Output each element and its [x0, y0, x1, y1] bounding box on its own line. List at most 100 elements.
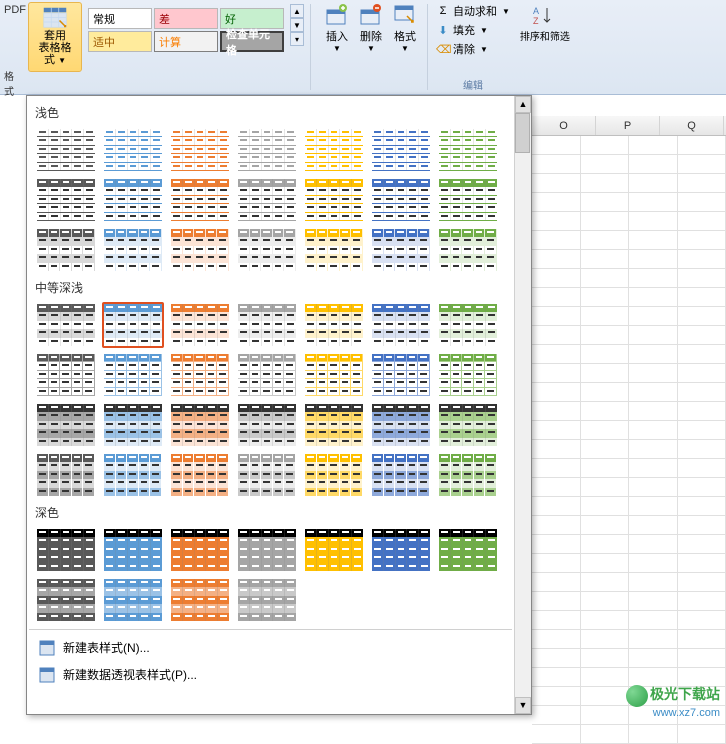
section-header: 中等深浅	[29, 275, 512, 300]
table-style-thumb[interactable]	[102, 352, 164, 398]
table-icon	[39, 667, 55, 683]
table-style-thumb[interactable]	[169, 227, 231, 273]
ribbon-left: PDF 格式	[0, 0, 26, 94]
table-style-thumb[interactable]	[370, 127, 432, 173]
style-calc[interactable]: 计算	[154, 31, 218, 52]
style-normal[interactable]: 常规	[88, 8, 152, 29]
table-style-thumb[interactable]	[370, 402, 432, 448]
style-bad[interactable]: 差	[154, 8, 218, 29]
table-style-thumb[interactable]	[236, 527, 298, 573]
delete-button[interactable]: 删除▼	[359, 4, 383, 90]
table-style-thumb[interactable]	[236, 402, 298, 448]
table-style-thumb[interactable]	[169, 527, 231, 573]
table-style-thumb[interactable]	[35, 452, 97, 498]
table-style-thumb[interactable]	[102, 452, 164, 498]
table-style-thumb[interactable]	[102, 402, 164, 448]
fill-button[interactable]: ⬇填充▼	[434, 21, 512, 39]
col-header[interactable]: P	[596, 116, 660, 135]
autosum-button[interactable]: Σ自动求和▼	[434, 2, 512, 20]
fill-icon: ⬇	[436, 24, 450, 37]
table-style-thumb[interactable]	[169, 352, 231, 398]
table-style-thumb[interactable]	[102, 577, 164, 623]
new-pivot-style-button[interactable]: 新建数据透视表样式(P)...	[29, 661, 512, 688]
table-style-thumb[interactable]	[169, 302, 231, 348]
table-styles-gallery: 浅色中等深浅深色新建表样式(N)...新建数据透视表样式(P)... ▲ ▼	[26, 95, 532, 715]
table-style-thumb[interactable]	[370, 227, 432, 273]
table-style-thumb[interactable]	[303, 127, 365, 173]
table-style-thumb[interactable]	[437, 127, 499, 173]
insert-button[interactable]: 插入▼	[325, 4, 349, 90]
cell-styles-gallery[interactable]: 常规 差 好 适中 计算 检查单元格	[84, 4, 288, 56]
col-header[interactable]: Q	[660, 116, 724, 135]
table-style-thumb[interactable]	[169, 452, 231, 498]
styles-scroll-up[interactable]: ▲	[290, 4, 304, 18]
format-as-table-button[interactable]: 套用 表格格式 ▼	[28, 2, 82, 72]
table-style-thumb[interactable]	[236, 127, 298, 173]
styles-scroll-down[interactable]: ▼	[290, 18, 304, 32]
table-style-thumb[interactable]	[370, 452, 432, 498]
table-style-thumb[interactable]	[169, 177, 231, 223]
table-style-thumb[interactable]	[437, 227, 499, 273]
table-style-thumb[interactable]	[35, 227, 97, 273]
table-style-thumb[interactable]	[35, 352, 97, 398]
table-style-thumb[interactable]	[370, 352, 432, 398]
table-style-thumb[interactable]	[169, 577, 231, 623]
table-style-thumb[interactable]	[236, 302, 298, 348]
table-style-thumb[interactable]	[303, 352, 365, 398]
table-style-thumb[interactable]	[35, 302, 97, 348]
table-style-thumb[interactable]	[303, 177, 365, 223]
table-style-thumb[interactable]	[236, 177, 298, 223]
pdf-tab[interactable]: PDF	[0, 2, 26, 18]
scroll-thumb[interactable]	[515, 113, 530, 153]
table-style-thumb[interactable]	[236, 452, 298, 498]
table-style-thumb[interactable]	[437, 302, 499, 348]
sort-filter-button[interactable]: AZ 排序和筛选	[516, 0, 574, 94]
table-style-thumb[interactable]	[303, 452, 365, 498]
section-header: 浅色	[29, 100, 512, 125]
grid[interactable]	[532, 136, 726, 725]
table-style-thumb[interactable]	[102, 527, 164, 573]
col-header[interactable]: O	[532, 116, 596, 135]
style-check[interactable]: 检查单元格	[220, 31, 284, 52]
table-style-thumb[interactable]	[35, 577, 97, 623]
chevron-down-icon: ▼	[58, 56, 66, 65]
table-style-thumb[interactable]	[303, 527, 365, 573]
table-style-thumb[interactable]	[236, 577, 298, 623]
table-style-thumb[interactable]	[102, 177, 164, 223]
eraser-icon: ⌫	[436, 43, 450, 56]
table-style-thumb[interactable]	[370, 527, 432, 573]
new-table-style-button[interactable]: 新建表样式(N)...	[29, 634, 512, 661]
table-style-thumb[interactable]	[236, 227, 298, 273]
cell-style-partial[interactable]: 格式	[0, 66, 26, 100]
table-style-thumb[interactable]	[169, 127, 231, 173]
table-style-thumb[interactable]	[437, 402, 499, 448]
table-style-thumb[interactable]	[169, 402, 231, 448]
table-style-thumb[interactable]	[35, 127, 97, 173]
table-style-thumb[interactable]	[35, 527, 97, 573]
table-style-thumb[interactable]	[102, 127, 164, 173]
table-style-thumb[interactable]	[35, 177, 97, 223]
format-button[interactable]: 格式▼	[393, 4, 417, 90]
table-style-thumb[interactable]	[303, 227, 365, 273]
table-style-thumb[interactable]	[35, 402, 97, 448]
format-as-table-label-2: 表格格式 ▼	[35, 42, 75, 67]
table-style-thumb[interactable]	[102, 302, 164, 348]
scroll-up-button[interactable]: ▲	[515, 96, 531, 113]
styles-scroll-more[interactable]: ▾	[290, 32, 304, 46]
clear-button[interactable]: ⌫清除▼	[434, 40, 512, 58]
table-style-thumb[interactable]	[102, 227, 164, 273]
table-style-thumb[interactable]	[303, 402, 365, 448]
style-neutral[interactable]: 适中	[88, 31, 152, 52]
scroll-down-button[interactable]: ▼	[515, 697, 531, 714]
table-style-thumb[interactable]	[370, 177, 432, 223]
table-style-thumb[interactable]	[236, 352, 298, 398]
chevron-down-icon: ▼	[333, 44, 341, 53]
table-style-thumb[interactable]	[437, 527, 499, 573]
gallery-scrollbar[interactable]: ▲ ▼	[514, 96, 531, 714]
table-style-thumb[interactable]	[437, 452, 499, 498]
table-style-thumb[interactable]	[370, 302, 432, 348]
table-style-thumb[interactable]	[437, 352, 499, 398]
table-style-thumb[interactable]	[437, 177, 499, 223]
format-as-table-label-1: 套用	[44, 30, 66, 42]
table-style-thumb[interactable]	[303, 302, 365, 348]
